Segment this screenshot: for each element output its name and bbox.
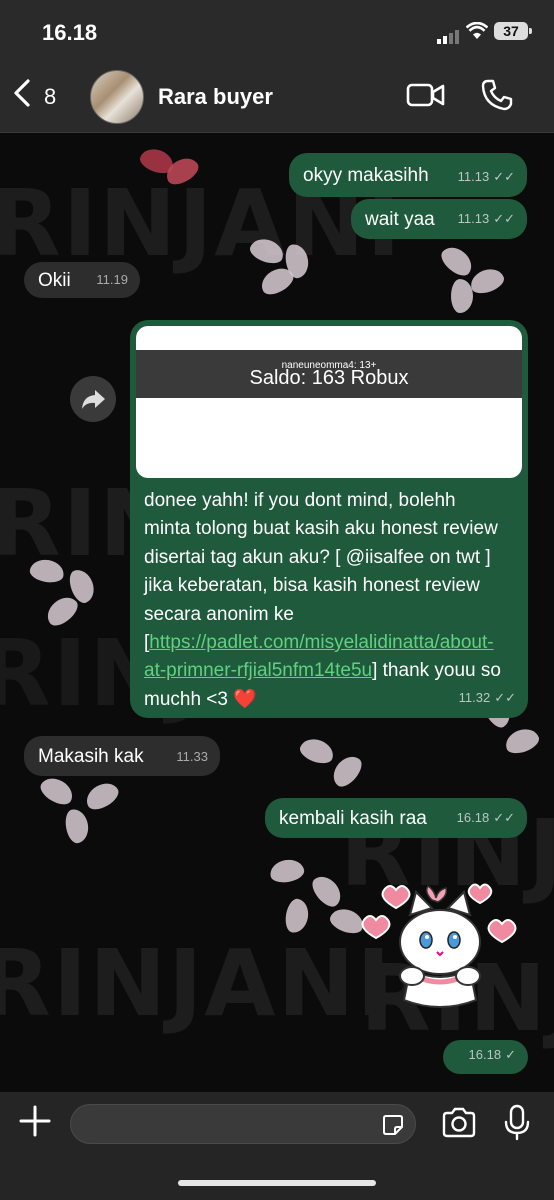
home-indicator	[178, 1180, 376, 1186]
message-text: Makasih kak	[38, 746, 144, 767]
read-receipt-icon: ✓✓	[493, 810, 515, 825]
preview-saldo: Saldo: 163 Robux	[249, 367, 409, 389]
status-time: 16.18	[42, 20, 98, 45]
back-chevron-icon[interactable]	[12, 78, 32, 116]
battery-icon: 37	[494, 22, 532, 40]
video-call-icon[interactable]	[406, 78, 446, 117]
read-receipt-icon: ✓✓	[493, 211, 515, 226]
plus-icon[interactable]	[18, 1104, 52, 1145]
read-receipt-icon: ✓✓	[493, 169, 515, 184]
composer-bar	[0, 1092, 554, 1200]
message-input[interactable]	[70, 1104, 416, 1144]
message-text: Okii	[38, 270, 71, 291]
delivered-receipt-icon: ✓	[505, 1047, 516, 1062]
message-time: 11.32 ✓✓	[458, 690, 516, 705]
message-outgoing[interactable]: wait yaa 11.13 ✓✓	[351, 199, 527, 239]
wifi-icon	[465, 21, 489, 45]
contact-name[interactable]: Rara buyer	[158, 84, 273, 110]
message-outgoing-image[interactable]: naneuneomma4: 13+ Saldo: 163 Robux donee…	[130, 320, 528, 718]
robux-balance-band: naneuneomma4: 13+ Saldo: 163 Robux	[136, 350, 522, 398]
read-receipt-icon: ✓✓	[494, 690, 516, 705]
forward-button[interactable]	[70, 376, 116, 422]
camera-icon[interactable]	[440, 1106, 478, 1145]
message-text: kembali kasih raa	[279, 808, 427, 829]
status-bar: 16.18 37	[0, 0, 554, 62]
message-time: 16.18 ✓	[468, 1047, 516, 1062]
phone-icon[interactable]	[480, 78, 514, 117]
message-time: 11.13 ✓✓	[457, 169, 515, 184]
image-preview[interactable]: naneuneomma4: 13+ Saldo: 163 Robux	[136, 326, 522, 478]
forward-icon	[82, 390, 105, 409]
message-time: 16.18 ✓✓	[456, 810, 515, 825]
microphone-icon[interactable]	[502, 1104, 532, 1147]
contact-avatar[interactable]	[90, 70, 144, 124]
message-incoming[interactable]: Okii 11.19	[24, 262, 140, 298]
sticker-timestamp: 16.18 ✓	[443, 1040, 528, 1074]
unread-count[interactable]: 8	[44, 84, 56, 110]
message-outgoing[interactable]: kembali kasih raa 16.18 ✓✓	[265, 798, 527, 838]
signal-icon	[437, 26, 461, 44]
message-time: 11.19	[96, 272, 128, 287]
message-text: okyy makasihh	[303, 165, 429, 186]
message-time: 11.13 ✓✓	[457, 211, 515, 226]
cat-sticker[interactable]	[360, 880, 520, 1020]
chat-header: 8 Rara buyer	[0, 62, 554, 133]
message-outgoing[interactable]: okyy makasihh 11.13 ✓✓	[289, 153, 527, 197]
message-time: 11.33	[176, 749, 208, 764]
message-text: wait yaa	[365, 209, 435, 230]
sticker-icon[interactable]	[381, 1113, 405, 1142]
wallpaper-watermark: RINJANI	[0, 930, 393, 1037]
message-incoming[interactable]: Makasih kak 11.33	[24, 736, 220, 776]
message-text: donee yahh! if you dont mind, bolehh min…	[144, 490, 501, 710]
